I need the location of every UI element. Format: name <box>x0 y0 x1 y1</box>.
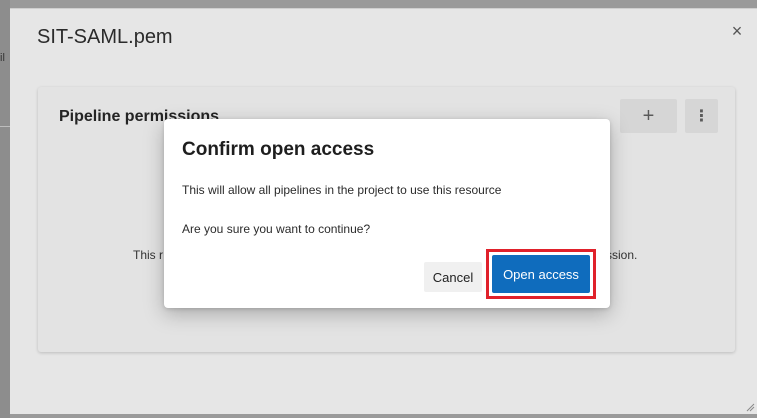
more-vertical-icon: ⋮ <box>693 108 710 125</box>
confirm-open-access-dialog: Confirm open access This will allow all … <box>164 119 610 308</box>
card-body-text-right: ssion. <box>606 248 638 262</box>
dialog-message: This will allow all pipelines in the pro… <box>182 183 502 197</box>
plus-icon: + <box>642 104 655 127</box>
open-access-button[interactable]: Open access <box>492 255 590 293</box>
card-body-text-left: This r <box>133 248 163 262</box>
panel-title: SIT-SAML.pem <box>37 26 173 48</box>
close-icon[interactable]: × <box>727 21 747 41</box>
background-divider <box>0 126 10 127</box>
dialog-confirm-question: Are you sure you want to continue? <box>182 222 371 236</box>
resize-grip-icon[interactable] <box>745 402 755 412</box>
more-actions-button[interactable]: ⋮ <box>685 99 718 133</box>
add-pipeline-button[interactable]: + <box>620 99 677 133</box>
cancel-button[interactable]: Cancel <box>424 262 482 292</box>
background-text-fragment: il <box>0 52 5 64</box>
dialog-title: Confirm open access <box>182 139 375 160</box>
